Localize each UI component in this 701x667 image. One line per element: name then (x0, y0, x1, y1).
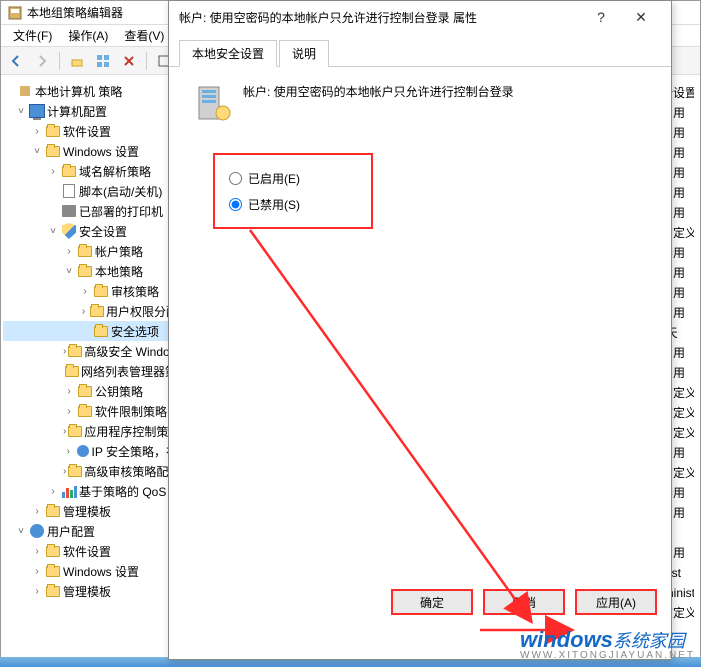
window-title: 本地组策略编辑器 (27, 4, 123, 21)
ok-button[interactable]: 确定 (391, 589, 473, 615)
dialog-tabs: 本地安全设置 说明 (169, 33, 671, 67)
folder-icon (45, 503, 61, 519)
computer-icon (29, 103, 45, 119)
tree-item[interactable]: ˅本地策略 (3, 261, 178, 281)
tree-root[interactable]: 本地计算机 策略 (3, 81, 178, 101)
apply-button[interactable]: 应用(A) (575, 589, 657, 615)
tree-item[interactable]: 已部署的打印机 (3, 201, 178, 221)
close-icon[interactable]: ✕ (621, 3, 661, 31)
tree-item[interactable]: ›管理模板 (3, 501, 178, 521)
dialog-buttons: 确定 取消 应用(A) (391, 589, 657, 615)
folder-icon (68, 423, 82, 439)
tree-item[interactable]: ›软件限制策略 (3, 401, 178, 421)
back-icon[interactable] (5, 50, 27, 72)
help-button[interactable]: ? (581, 3, 621, 31)
cancel-button[interactable]: 取消 (483, 589, 565, 615)
nav-tree[interactable]: 本地计算机 策略 ˅计算机配置 ›软件设置 ˅Windows 设置 ›域名解析策… (1, 77, 181, 666)
folder-icon (77, 383, 93, 399)
folder-icon (45, 583, 61, 599)
script-icon (61, 183, 77, 199)
toolbar-separator (146, 52, 147, 70)
tree-item[interactable]: 网络列表管理器策略 (3, 361, 178, 381)
radio-disabled[interactable]: 已禁用(S) (229, 191, 357, 217)
folder-icon (90, 303, 104, 319)
toolbar-separator (59, 52, 60, 70)
tree-item[interactable]: ›帐户策略 (3, 241, 178, 261)
delete-icon[interactable] (118, 50, 140, 72)
shield-icon (61, 223, 77, 239)
tree-item[interactable]: ›用户权限分配 (3, 301, 178, 321)
radio-group-highlight: 已启用(E) 已禁用(S) (213, 153, 373, 229)
dialog-body: 帐户: 使用空密码的本地帐户只允许进行控制台登录 已启用(E) 已禁用(S) 确… (169, 67, 671, 627)
app-icon (7, 5, 23, 21)
menu-file[interactable]: 文件(F) (5, 27, 60, 44)
radio-enabled[interactable]: 已启用(E) (229, 165, 357, 191)
policy-header: 帐户: 使用空密码的本地帐户只允许进行控制台登录 (193, 83, 647, 123)
radio-enabled-input[interactable] (229, 172, 242, 185)
radio-disabled-input[interactable] (229, 198, 242, 211)
tree-item[interactable]: ˅安全设置 (3, 221, 178, 241)
tree-user-config[interactable]: ˅用户配置 (3, 521, 178, 541)
tree-security-options[interactable]: 安全选项 (3, 321, 178, 341)
folder-icon (93, 283, 109, 299)
tree-item[interactable]: ›高级安全 Windows (3, 341, 178, 361)
tree-item[interactable]: ˅Windows 设置 (3, 141, 178, 161)
policy-name: 帐户: 使用空密码的本地帐户只允许进行控制台登录 (243, 83, 514, 100)
tree-item[interactable]: ›Windows 设置 (3, 561, 178, 581)
folder-icon (61, 163, 77, 179)
folder-icon (68, 343, 82, 359)
tab-explain[interactable]: 说明 (279, 40, 329, 67)
tree-item[interactable]: ›公钥策略 (3, 381, 178, 401)
menu-action[interactable]: 操作(A) (60, 27, 116, 44)
grid-icon[interactable] (92, 50, 114, 72)
folder-icon (77, 243, 93, 259)
tree-item[interactable]: ›管理模板 (3, 581, 178, 601)
dialog-titlebar: 帐户: 使用空密码的本地帐户只允许进行控制台登录 属性 ? ✕ (169, 1, 671, 33)
tree-item[interactable]: ›域名解析策略 (3, 161, 178, 181)
watermark: windows系统家园 WWW.XITONGJIAYUAN.NET (520, 629, 695, 661)
folder-icon (65, 363, 79, 379)
folder-icon (45, 123, 61, 139)
folder-icon (45, 543, 61, 559)
tab-local-security[interactable]: 本地安全设置 (179, 40, 277, 67)
tree-item[interactable]: ›高级审核策略配置 (3, 461, 178, 481)
forward-icon[interactable] (31, 50, 53, 72)
tree-item[interactable]: ›应用程序控制策略 (3, 421, 178, 441)
folder-icon (45, 143, 61, 159)
up-icon[interactable] (66, 50, 88, 72)
folder-icon (45, 563, 61, 579)
folder-icon (77, 263, 93, 279)
tree-item[interactable]: ›审核策略 (3, 281, 178, 301)
dialog-title: 帐户: 使用空密码的本地帐户只允许进行控制台登录 属性 (179, 9, 581, 26)
printer-icon (61, 203, 77, 219)
policy-icon (17, 83, 33, 99)
ipsec-icon (76, 443, 90, 459)
folder-icon (93, 323, 109, 339)
folder-icon (68, 463, 82, 479)
folder-icon (77, 403, 93, 419)
tree-computer-config[interactable]: ˅计算机配置 (3, 101, 178, 121)
server-icon (193, 83, 233, 123)
user-icon (29, 523, 45, 539)
menu-view[interactable]: 查看(V) (116, 27, 172, 44)
tree-item[interactable]: 脚本(启动/关机) (3, 181, 178, 201)
tree-item[interactable]: ›软件设置 (3, 541, 178, 561)
tree-item[interactable]: ›IP 安全策略，在 (3, 441, 178, 461)
properties-dialog: 帐户: 使用空密码的本地帐户只允许进行控制台登录 属性 ? ✕ 本地安全设置 说… (168, 0, 672, 660)
bars-icon (61, 483, 77, 499)
tree-item[interactable]: ›基于策略的 QoS (3, 481, 178, 501)
tree-item[interactable]: ›软件设置 (3, 121, 178, 141)
